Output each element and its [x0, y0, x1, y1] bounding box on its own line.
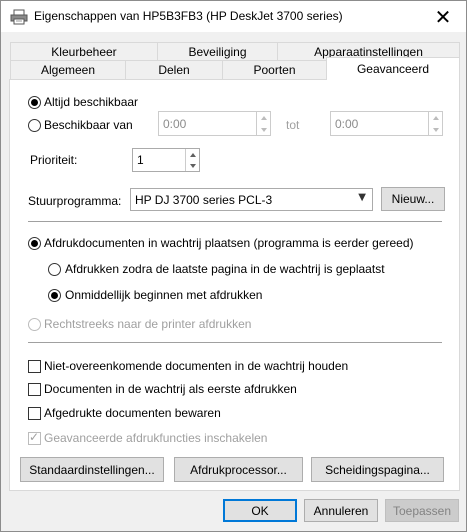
tab-poorten[interactable]: Poorten	[222, 60, 327, 79]
close-icon[interactable]: ✕	[420, 1, 466, 32]
arrow-up-icon[interactable]	[257, 112, 270, 123]
chevron-down-icon: ▼	[358, 192, 366, 203]
spooled-first-checkbox[interactable]	[28, 383, 41, 396]
cancel-button[interactable]: Annuleren	[304, 499, 378, 522]
priority-spinner[interactable]	[185, 149, 199, 171]
printer-properties-dialog: Eigenschappen van HP5B3FB3 (HP DeskJet 3…	[0, 0, 467, 532]
to-time-value: 0:00	[335, 117, 359, 131]
print-defaults-button[interactable]: Standaardinstellingen...	[20, 457, 164, 482]
tab-label: Geavanceerd	[356, 62, 430, 76]
after-last-page-label: Afdrukken zodra de laatste pagina in de …	[65, 262, 385, 276]
always-available-label: Altijd beschikbaar	[44, 95, 139, 109]
tab-label: Poorten	[253, 63, 296, 77]
print-direct-label: Rechtstreeks naar de printer afdrukken	[44, 317, 252, 331]
arrow-down-icon[interactable]	[186, 160, 199, 171]
available-to-field[interactable]: 0:00	[330, 111, 443, 136]
after-last-page-radio[interactable]	[48, 263, 61, 276]
priority-value: 1	[137, 153, 144, 167]
to-time-spinner[interactable]	[428, 112, 442, 135]
advanced-features-label: Geavanceerde afdrukfuncties inschakelen	[44, 431, 268, 445]
hold-mismatched-checkbox[interactable]	[28, 360, 41, 373]
advanced-tab-panel: Altijd beschikbaar Beschikbaar van 0:00 …	[9, 79, 460, 491]
priority-field[interactable]: 1	[132, 148, 200, 172]
ok-button[interactable]: OK	[223, 499, 297, 522]
window-title: Eigenschappen van HP5B3FB3 (HP DeskJet 3…	[34, 9, 343, 23]
available-from-radio[interactable]	[28, 119, 41, 132]
from-time-spinner[interactable]	[256, 112, 270, 135]
spooled-first-label: Documenten in de wachtrij als eerste afd…	[44, 382, 297, 396]
new-driver-button[interactable]: Nieuw...	[381, 187, 445, 211]
driver-label: Stuurprogramma:	[28, 194, 122, 208]
tab-label: Beveiliging	[188, 45, 247, 59]
apply-button[interactable]: Toepassen	[385, 499, 459, 522]
arrow-up-icon[interactable]	[186, 149, 199, 160]
tab-label: Kleurbeheer	[51, 45, 117, 59]
print-processor-button[interactable]: Afdrukprocessor...	[174, 457, 303, 482]
separator-page-button[interactable]: Scheidingspagina...	[311, 457, 444, 482]
print-direct-radio[interactable]	[28, 318, 41, 331]
tab-beveiliging[interactable]: Beveiliging	[157, 42, 278, 61]
spool-radio[interactable]	[28, 237, 41, 250]
tab-delen[interactable]: Delen	[125, 60, 223, 79]
arrow-down-icon[interactable]	[257, 124, 270, 135]
advanced-features-checkbox[interactable]	[28, 430, 41, 445]
tab-label: Algemeen	[40, 63, 96, 77]
arrow-down-icon[interactable]	[429, 124, 442, 135]
printer-icon	[10, 9, 28, 25]
tab-algemeen[interactable]: Algemeen	[10, 60, 126, 79]
tab-geavanceerd[interactable]: Geavanceerd	[326, 57, 460, 80]
spool-label: Afdrukdocumenten in wachtrij plaatsen (p…	[44, 236, 414, 250]
from-time-value: 0:00	[163, 117, 187, 131]
available-from-label: Beschikbaar van	[44, 118, 133, 132]
driver-value: HP DJ 3700 series PCL-3	[135, 193, 273, 207]
available-from-field[interactable]: 0:00	[158, 111, 271, 136]
always-available-radio[interactable]	[28, 96, 41, 109]
keep-printed-checkbox[interactable]	[28, 407, 41, 420]
driver-select[interactable]: HP DJ 3700 series PCL-3 ▼	[130, 188, 373, 211]
priority-label: Prioriteit:	[30, 153, 78, 167]
hold-mismatched-label: Niet-overeenkomende documenten in de wac…	[44, 359, 349, 373]
keep-printed-label: Afgedrukte documenten bewaren	[44, 406, 221, 420]
separator	[28, 342, 442, 343]
separator	[28, 221, 442, 222]
arrow-up-icon[interactable]	[429, 112, 442, 123]
title-bar: Eigenschappen van HP5B3FB3 (HP DeskJet 3…	[1, 1, 466, 32]
tab-kleurbeheer[interactable]: Kleurbeheer	[10, 42, 158, 61]
to-label: tot	[286, 118, 300, 132]
start-immediately-radio[interactable]	[48, 289, 61, 302]
tab-label: Delen	[158, 63, 190, 77]
start-immediately-label: Onmiddellijk beginnen met afdrukken	[65, 288, 263, 302]
